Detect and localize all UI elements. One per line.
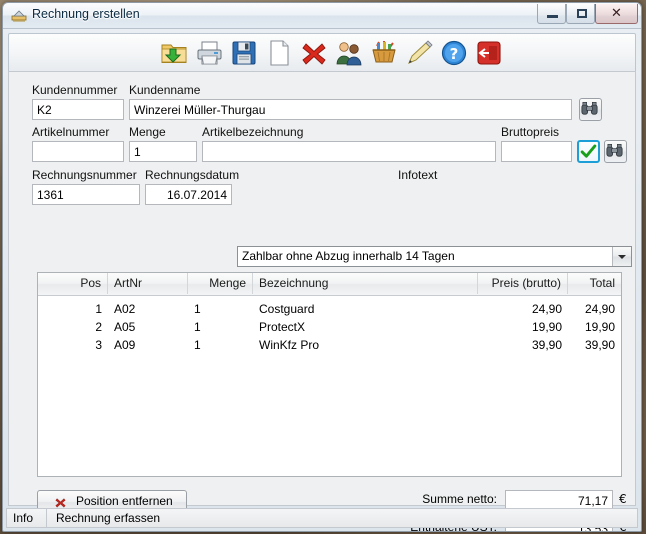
invoice-icon — [11, 10, 27, 22]
cell-pos: 3 — [95, 338, 102, 352]
save-floppy-icon[interactable] — [229, 38, 259, 68]
binoculars-icon — [606, 143, 623, 157]
rechnungsdatum-input[interactable] — [145, 184, 232, 205]
summe-netto-label: Summe netto: — [422, 492, 497, 506]
cell-total: 24,90 — [584, 302, 615, 316]
cell-preis: 19,90 — [531, 320, 562, 334]
cell-bezeichnung: WinKfz Pro — [259, 338, 320, 352]
cell-artnr: A02 — [114, 302, 136, 316]
grid-col-total[interactable]: Total — [568, 273, 621, 294]
artikel-confirm-button[interactable] — [577, 140, 600, 163]
toolbar: ? — [8, 33, 636, 74]
cell-total: 19,90 — [584, 320, 615, 334]
help-question-icon[interactable]: ? — [439, 38, 469, 68]
cell-total: 39,90 — [584, 338, 615, 352]
grid-col-pos[interactable]: Pos — [38, 273, 108, 294]
cell-menge: 1 — [194, 320, 201, 334]
menge-input[interactable] — [129, 141, 197, 162]
infotext-value: Zahlbar ohne Abzug innerhalb 14 Tagen — [242, 249, 455, 263]
form-panel: Kundennummer Kundenname Artikelnummer Me… — [8, 71, 636, 531]
table-row[interactable]: 2 A05 1 ProtectX 19,90 19,90 — [38, 318, 621, 336]
cell-artnr: A05 — [114, 320, 136, 334]
binoculars-icon — [581, 101, 598, 115]
title-bar[interactable]: Rechnung erstellen ✕ — [3, 3, 641, 29]
articles-basket-icon[interactable] — [369, 38, 399, 68]
grid-col-menge[interactable]: Menge — [188, 273, 253, 294]
rechnungsnummer-label: Rechnungsnummer — [32, 168, 137, 182]
cell-pos: 2 — [95, 320, 102, 334]
cell-pos: 1 — [95, 302, 102, 316]
infotext-combobox[interactable]: Zahlbar ohne Abzug innerhalb 14 Tagen — [237, 246, 632, 267]
grid-col-bezeichnung[interactable]: Bezeichnung — [253, 273, 478, 294]
kundennummer-label: Kundennummer — [32, 83, 118, 97]
new-document-icon[interactable] — [264, 38, 294, 68]
grid-header-row: Pos ArtNr Menge Bezeichnung Preis (brutt… — [38, 273, 621, 296]
cell-preis: 24,90 — [531, 302, 562, 316]
chevron-down-icon[interactable] — [612, 247, 631, 266]
maximize-button[interactable] — [566, 4, 595, 24]
table-row[interactable]: 1 A02 1 Costguard 24,90 24,90 — [38, 300, 621, 318]
artikelnummer-label: Artikelnummer — [32, 125, 110, 139]
artikelbezeichnung-label: Artikelbezeichnung — [202, 125, 304, 139]
print-icon[interactable] — [194, 38, 224, 68]
euro-symbol-netto: € — [619, 492, 627, 506]
window-title: Rechnung erstellen — [32, 7, 140, 21]
positions-grid[interactable]: Pos ArtNr Menge Bezeichnung Preis (brutt… — [37, 272, 622, 477]
infotext-label: Infotext — [398, 168, 438, 182]
artikelnummer-input[interactable] — [32, 141, 124, 162]
edit-pencil-icon[interactable] — [404, 38, 434, 68]
close-icon: ✕ — [611, 6, 622, 21]
rechnungsdatum-label: Rechnungsdatum — [145, 168, 240, 182]
remove-position-label: Position entfernen — [76, 494, 173, 508]
kundenname-label: Kundenname — [129, 83, 201, 97]
grid-col-artnr[interactable]: ArtNr — [108, 273, 188, 294]
cell-bezeichnung: Costguard — [259, 302, 315, 316]
bruttopreis-label: Bruttopreis — [501, 125, 560, 139]
table-row[interactable]: 3 A09 1 WinKfz Pro 39,90 39,90 — [38, 336, 621, 354]
bruttopreis-input[interactable] — [501, 141, 572, 162]
kunden-search-button[interactable] — [579, 98, 602, 121]
minimize-button[interactable] — [537, 4, 566, 24]
grid-body: 1 A02 1 Costguard 24,90 24,90 2 A05 1 Pr… — [38, 300, 621, 354]
cell-preis: 39,90 — [531, 338, 562, 352]
status-info-label: Info — [13, 511, 34, 525]
application-window: Rechnung erstellen ✕ ? Kundennummer K2 K… — [2, 2, 642, 532]
svg-text:?: ? — [450, 45, 459, 63]
cell-menge: 1 — [194, 302, 201, 316]
status-separator — [46, 509, 47, 527]
menge-label: Menge — [129, 125, 166, 139]
artikel-search-button[interactable] — [604, 140, 627, 163]
cell-artnr: A09 — [114, 338, 136, 352]
grid-col-preis[interactable]: Preis (brutto) — [478, 273, 568, 294]
open-folder-icon[interactable] — [159, 38, 189, 68]
green-check-icon — [580, 144, 597, 158]
artikelbezeichnung-input[interactable] — [202, 141, 496, 162]
customers-people-icon[interactable] — [334, 38, 364, 68]
status-bar: Info Rechnung erfassen — [6, 508, 638, 528]
exit-door-icon[interactable] — [474, 38, 504, 68]
rechnungsnummer-input[interactable] — [32, 184, 140, 205]
status-message: Rechnung erfassen — [56, 511, 161, 525]
kundennummer-input[interactable] — [32, 99, 124, 120]
close-button[interactable]: ✕ — [595, 4, 638, 24]
cell-menge: 1 — [194, 338, 201, 352]
cell-bezeichnung: ProtectX — [259, 320, 306, 334]
kundenname-input[interactable] — [129, 99, 572, 120]
delete-x-icon[interactable] — [299, 38, 329, 68]
